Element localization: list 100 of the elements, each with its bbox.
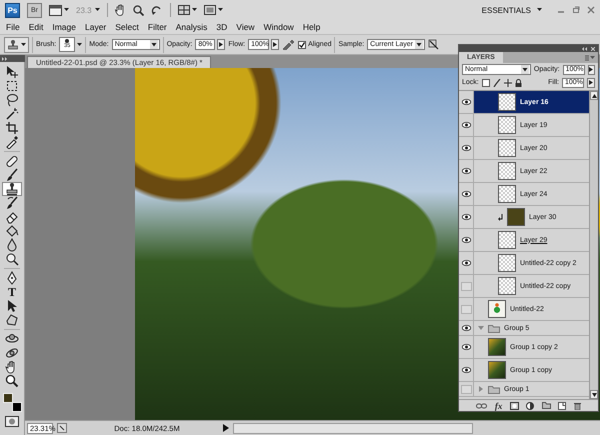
close-icon[interactable] [587, 6, 595, 14]
screen-icon[interactable] [49, 4, 62, 16]
tool-preset-picker[interactable] [4, 36, 29, 52]
menu-item[interactable]: Filter [148, 22, 167, 32]
menu-item[interactable]: Layer [84, 22, 106, 32]
down-arrow-icon[interactable] [592, 392, 596, 396]
arrow-button[interactable] [271, 39, 280, 50]
caret-icon[interactable] [94, 8, 100, 12]
menu-item[interactable]: Window [264, 22, 294, 32]
menu-item[interactable]: Help [302, 22, 320, 32]
layer-thumbnail [498, 116, 516, 134]
arrow-button[interactable] [217, 39, 226, 50]
play-icon[interactable] [223, 424, 229, 432]
caret-icon[interactable] [77, 42, 82, 46]
move-arrow-icon [5, 65, 19, 79]
rotate-icon[interactable] [150, 4, 163, 16]
lasso-icon [5, 93, 19, 107]
layer-style-button[interactable]: fx [494, 400, 502, 410]
trash-icon[interactable] [574, 402, 581, 410]
play-icon [589, 67, 594, 72]
new-layer-icon[interactable] [558, 402, 566, 410]
layer-thumbnail [498, 277, 516, 295]
aligned-checkbox[interactable] [298, 40, 306, 48]
menu-item[interactable]: View [236, 22, 255, 32]
zoom-icon[interactable] [132, 4, 144, 16]
folder-icon [488, 324, 500, 332]
move-arrow-icon[interactable] [504, 78, 512, 86]
visibility-toggle[interactable] [460, 384, 472, 394]
adjustment-icon[interactable] [526, 402, 534, 410]
brush-icon[interactable] [492, 78, 501, 86]
layer-thumbnail [498, 231, 516, 249]
menu-item[interactable]: Image [52, 22, 76, 32]
ignore-adjustment-icon[interactable] [428, 39, 440, 50]
caret-icon[interactable] [21, 42, 26, 46]
lock-transparency-icon[interactable] [482, 78, 490, 86]
dropdown-arrow-icon[interactable] [520, 65, 529, 74]
checkmark-icon [299, 42, 306, 48]
stamp-icon [7, 38, 19, 50]
up-arrow-icon[interactable] [592, 94, 596, 98]
visibility-toggle[interactable] [460, 304, 472, 314]
foreground-swatch[interactable] [3, 393, 13, 403]
play-icon [273, 42, 278, 47]
padlock-icon[interactable] [514, 78, 522, 86]
magic-wand-icon [5, 107, 19, 121]
menu-item[interactable]: Select [115, 22, 139, 32]
hand-icon[interactable] [114, 4, 126, 16]
shape-icon [5, 313, 19, 327]
background-swatch[interactable] [12, 402, 22, 412]
horizontal-scrollbar[interactable] [233, 422, 473, 434]
menu-item[interactable]: Analysis [176, 22, 208, 32]
dodge-icon [5, 252, 19, 266]
arrow-pointer-icon [5, 299, 19, 313]
vertical-scrollbar[interactable] [589, 91, 598, 399]
arrange-icon[interactable] [178, 5, 190, 15]
arrow-button[interactable] [587, 78, 595, 88]
dropdown-arrow-icon[interactable] [415, 40, 424, 49]
pen-nib-icon [5, 271, 19, 285]
airbrush-icon[interactable] [282, 39, 296, 50]
dashed-rectangle-icon [5, 79, 19, 93]
play-icon [219, 42, 224, 47]
menu-item[interactable]: 3D [216, 22, 228, 32]
panel-menu-icon[interactable] [585, 54, 595, 60]
menu-item[interactable]: Edit [28, 22, 44, 32]
folder-icon[interactable] [542, 402, 551, 409]
eraser-icon [5, 210, 19, 224]
menu-item[interactable]: File [6, 22, 20, 32]
layer-thumbnail [488, 361, 506, 379]
visibility-toggle[interactable] [460, 282, 472, 290]
layer-thumbnail [488, 338, 506, 356]
workspace-switcher[interactable]: ESSENTIALS [482, 6, 531, 14]
drop-icon [5, 238, 19, 252]
history-brush-icon [5, 196, 19, 210]
app-logo: Ps [5, 2, 20, 18]
arrow-button[interactable] [588, 64, 595, 74]
dropdown-arrow-icon[interactable] [150, 40, 158, 49]
play-icon [589, 80, 593, 85]
brush-icon [5, 168, 19, 182]
caret-icon[interactable] [218, 8, 223, 12]
document-info-icon[interactable] [57, 423, 67, 433]
type-tool[interactable]: T [2, 285, 22, 299]
paint-bucket-icon [5, 224, 19, 238]
caret-icon[interactable] [192, 8, 197, 12]
link-icon[interactable] [476, 402, 488, 408]
quick-mask-icon[interactable] [5, 416, 19, 427]
layer-thumbnail [498, 162, 516, 180]
layer-thumbnail [498, 254, 516, 272]
layer-thumbnail [498, 139, 516, 157]
zoom-icon [5, 374, 19, 388]
caret-icon[interactable] [64, 8, 69, 12]
restore-icon[interactable] [572, 6, 580, 14]
layer-thumbnail [498, 93, 516, 111]
orbit-icon [5, 346, 19, 360]
layer-thumbnail [498, 185, 516, 203]
caret-icon[interactable] [537, 8, 542, 12]
crop-icon [5, 121, 19, 135]
mask-icon[interactable] [510, 402, 519, 410]
close-icon[interactable] [591, 46, 595, 50]
screen-mode-icon[interactable] [204, 5, 216, 15]
tool-button[interactable] [2, 182, 22, 196]
folder-icon [488, 384, 500, 394]
